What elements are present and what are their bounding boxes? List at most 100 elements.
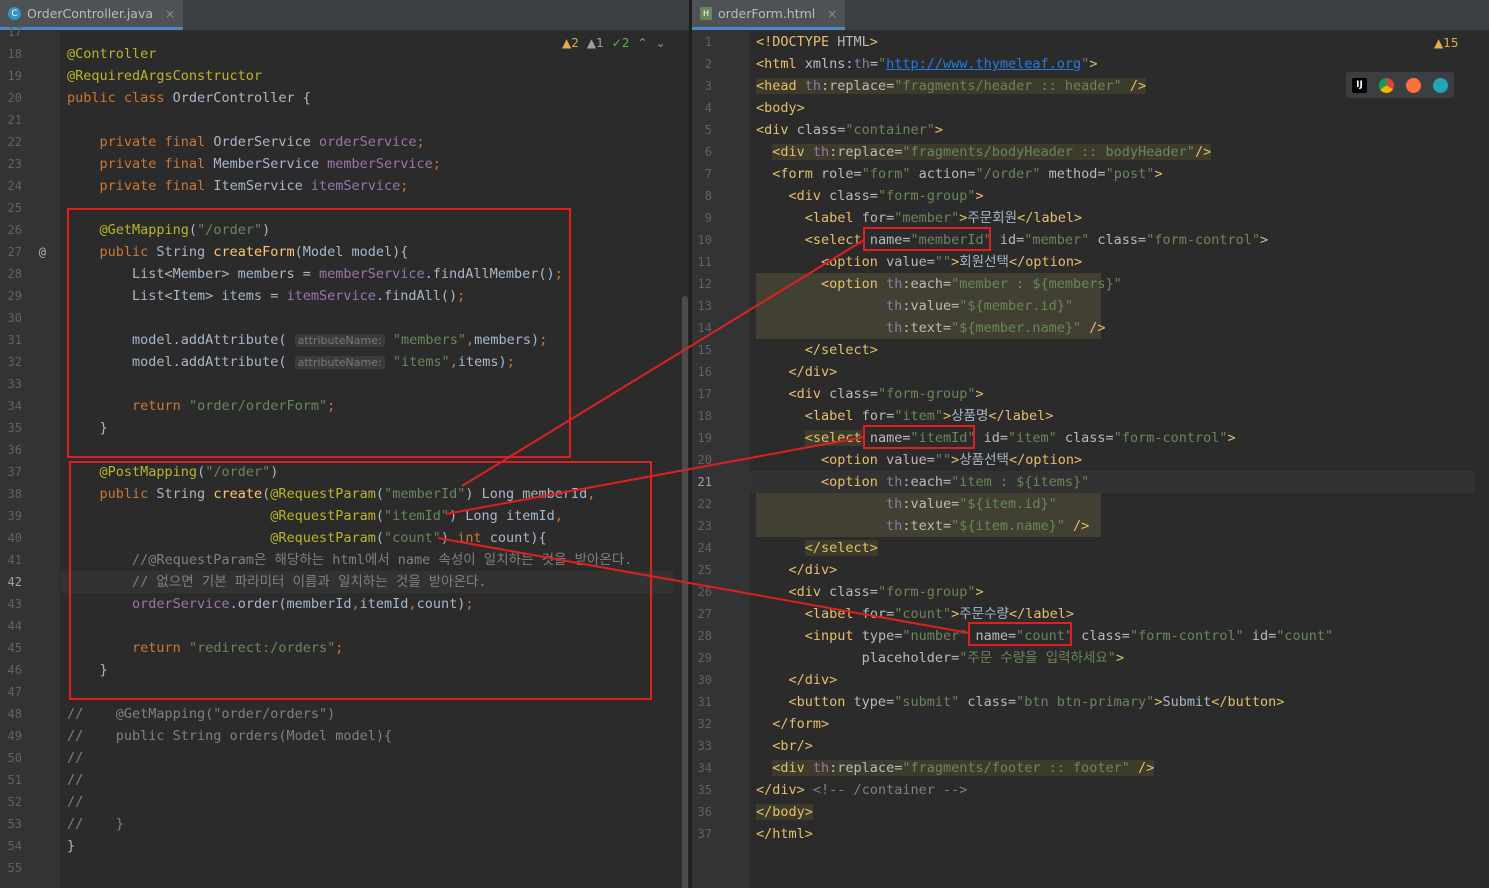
code-line[interactable]: // } [67,813,124,835]
code-line[interactable]: @Controller [67,43,156,65]
code-line[interactable]: </form> [756,713,829,735]
warning-icon[interactable]: ▲15 [1434,36,1459,50]
chrome-icon[interactable] [1379,77,1394,93]
code-line[interactable]: </div> <!-- /container --> [756,779,967,801]
code-line[interactable]: orderService.order(memberId,itemId,count… [67,593,473,615]
code-line[interactable]: <option th:each="member : ${members}" [756,273,1122,295]
code-line[interactable]: // [67,791,83,813]
code-line[interactable]: </select> [756,537,878,559]
tab-order-form[interactable]: H orderForm.html × [692,0,846,30]
code-line[interactable]: </div> [756,559,838,581]
code-line[interactable]: return "order/orderForm"; [67,395,335,417]
code-line[interactable]: private final ItemService itemService; [67,175,409,197]
code-line[interactable]: } [67,835,75,857]
line-number: 36 [7,443,22,457]
code-line[interactable]: <body> [756,97,805,119]
code-line[interactable]: <button type="submit" class="btn btn-pri… [756,691,1285,713]
chevron-down-icon[interactable]: ⌄ [656,36,666,50]
code-line[interactable]: public class OrderController { [67,87,311,109]
code-line[interactable]: model.addAttribute( attributeName: "memb… [67,329,547,351]
tab-order-controller[interactable]: C OrderController.java × [0,0,184,30]
code-line[interactable]: th:text="${item.name}" /> [756,515,1089,537]
code-line[interactable]: <div th:replace="fragments/footer :: foo… [756,757,1155,779]
line-number: 18 [697,409,712,423]
inspection-indicators[interactable]: ▲2 ▲1 ✓2 ⌃ ⌄ [562,36,666,50]
code-line[interactable]: <select name="itemId" id="item" class="f… [756,427,1236,449]
code-line[interactable]: public String create(@RequestParam("memb… [67,483,596,505]
code-line[interactable]: </select> [756,339,878,361]
code-line[interactable]: <option th:each="item : ${items}" [756,471,1089,493]
line-number: 40 [7,531,22,545]
code-line[interactable]: <html xmlns:th="http://www.thymeleaf.org… [756,53,1097,75]
firefox-icon[interactable] [1406,77,1421,93]
code-line[interactable]: List<Item> items = itemService.findAll()… [67,285,465,307]
code-line[interactable]: <label for="member">주문회원</label> [756,207,1082,229]
line-number: 3 [704,79,712,93]
line-number: 27 [7,245,22,259]
code-line[interactable]: // 없으면 기본 파라미터 이름과 일치하는 것을 받아온다. [67,571,487,593]
line-number: 21 [7,113,22,127]
code-line[interactable]: <head th:replace="fragments/header :: he… [756,75,1147,97]
typo-icon[interactable]: ✓2 [612,36,630,50]
intellij-icon[interactable]: IJ [1352,77,1367,93]
code-line[interactable]: private final MemberService memberServic… [67,153,441,175]
code-line[interactable]: <br/> [756,735,813,757]
code-line[interactable]: th:value="${member.id}" [756,295,1073,317]
code-line[interactable]: <input type="number" name="count" class=… [756,625,1333,647]
code-line[interactable]: <div th:replace="fragments/bodyHeader ::… [756,141,1212,163]
code-line[interactable]: @GetMapping("/order") [67,219,271,241]
code-line[interactable]: // [67,747,83,769]
weak-warning-icon[interactable]: ▲1 [587,36,604,50]
code-line[interactable]: placeholder="주문 수량을 입력하세요"> [756,647,1124,669]
code-line[interactable]: <div class="form-group"> [756,383,984,405]
inspection-indicators[interactable]: ▲15 [1434,36,1459,50]
code-line[interactable]: <form role="form" action="/order" method… [756,163,1162,185]
java-editor-pane[interactable]: C OrderController.java × ▲2 ▲1 ✓2 ⌃ ⌄ 17… [0,0,689,888]
close-icon[interactable]: × [827,7,837,21]
code-line[interactable]: private final OrderService orderService; [67,131,425,153]
code-line[interactable]: <div class="container"> [756,119,943,141]
code-line[interactable]: <div class="form-group"> [756,581,984,603]
code-line[interactable]: <select name="memberId" id="member" clas… [756,229,1268,251]
code-line[interactable]: model.addAttribute( attributeName: "item… [67,351,515,373]
line-number: 19 [697,431,712,445]
code-line[interactable]: th:value="${item.id}" [756,493,1057,515]
left-scrollbar-thumb[interactable] [682,296,688,888]
code-line[interactable]: } [67,417,108,439]
close-icon[interactable]: × [165,7,175,21]
line-number: 2 [704,57,712,71]
code-line[interactable]: </html> [756,823,813,845]
code-line[interactable]: @PostMapping("/order") [67,461,279,483]
code-line[interactable]: return "redirect:/orders"; [67,637,343,659]
code-line[interactable]: public String createForm(Model model){ [67,241,409,263]
code-line[interactable]: <option value="">상품선택</option> [756,449,1082,471]
tab-title: orderForm.html [718,6,816,21]
html-editor-pane[interactable]: H orderForm.html × ▲15 1 <!DOCTYPE HTML> 2… [692,0,1489,888]
code-line[interactable]: //@RequestParam은 해당하는 html에서 name 속성이 일치… [67,549,632,571]
line-number: 24 [7,179,22,193]
code-line[interactable]: <label for="item">상품명</label> [756,405,1054,427]
implementation-marker-icon[interactable]: @ [32,241,46,263]
code-line[interactable]: @RequestParam("itemId") Long itemId, [67,505,563,527]
code-line[interactable]: th:text="${member.name}" /> [756,317,1106,339]
code-line[interactable]: List<Member> members = memberService.fin… [67,263,563,285]
code-line[interactable]: <!DOCTYPE HTML> [756,31,878,53]
code-line[interactable]: } [67,659,108,681]
line-number: 39 [7,509,22,523]
code-line[interactable]: @RequiredArgsConstructor [67,65,262,87]
code-line[interactable]: // public String orders(Model model){ [67,725,392,747]
code-line[interactable]: // [67,769,83,791]
code-line[interactable]: <option value="">회원선택</option> [756,251,1082,273]
chevron-up-icon[interactable]: ⌃ [637,36,647,50]
warning-icon[interactable]: ▲2 [562,36,579,50]
code-line[interactable]: </div> [756,669,838,691]
line-number: 15 [697,343,712,357]
code-line[interactable]: <label for="count">주문수량</label> [756,603,1074,625]
code-line[interactable]: // @GetMapping("order/orders") [67,703,335,725]
edge-icon[interactable] [1433,77,1448,93]
code-line[interactable]: <div class="form-group"> [756,185,984,207]
left-scrollbar-track[interactable] [681,31,689,888]
code-line[interactable]: </div> [756,361,838,383]
code-line[interactable]: </body> [756,801,813,823]
code-line[interactable]: @RequestParam("count") int count){ [67,527,546,549]
